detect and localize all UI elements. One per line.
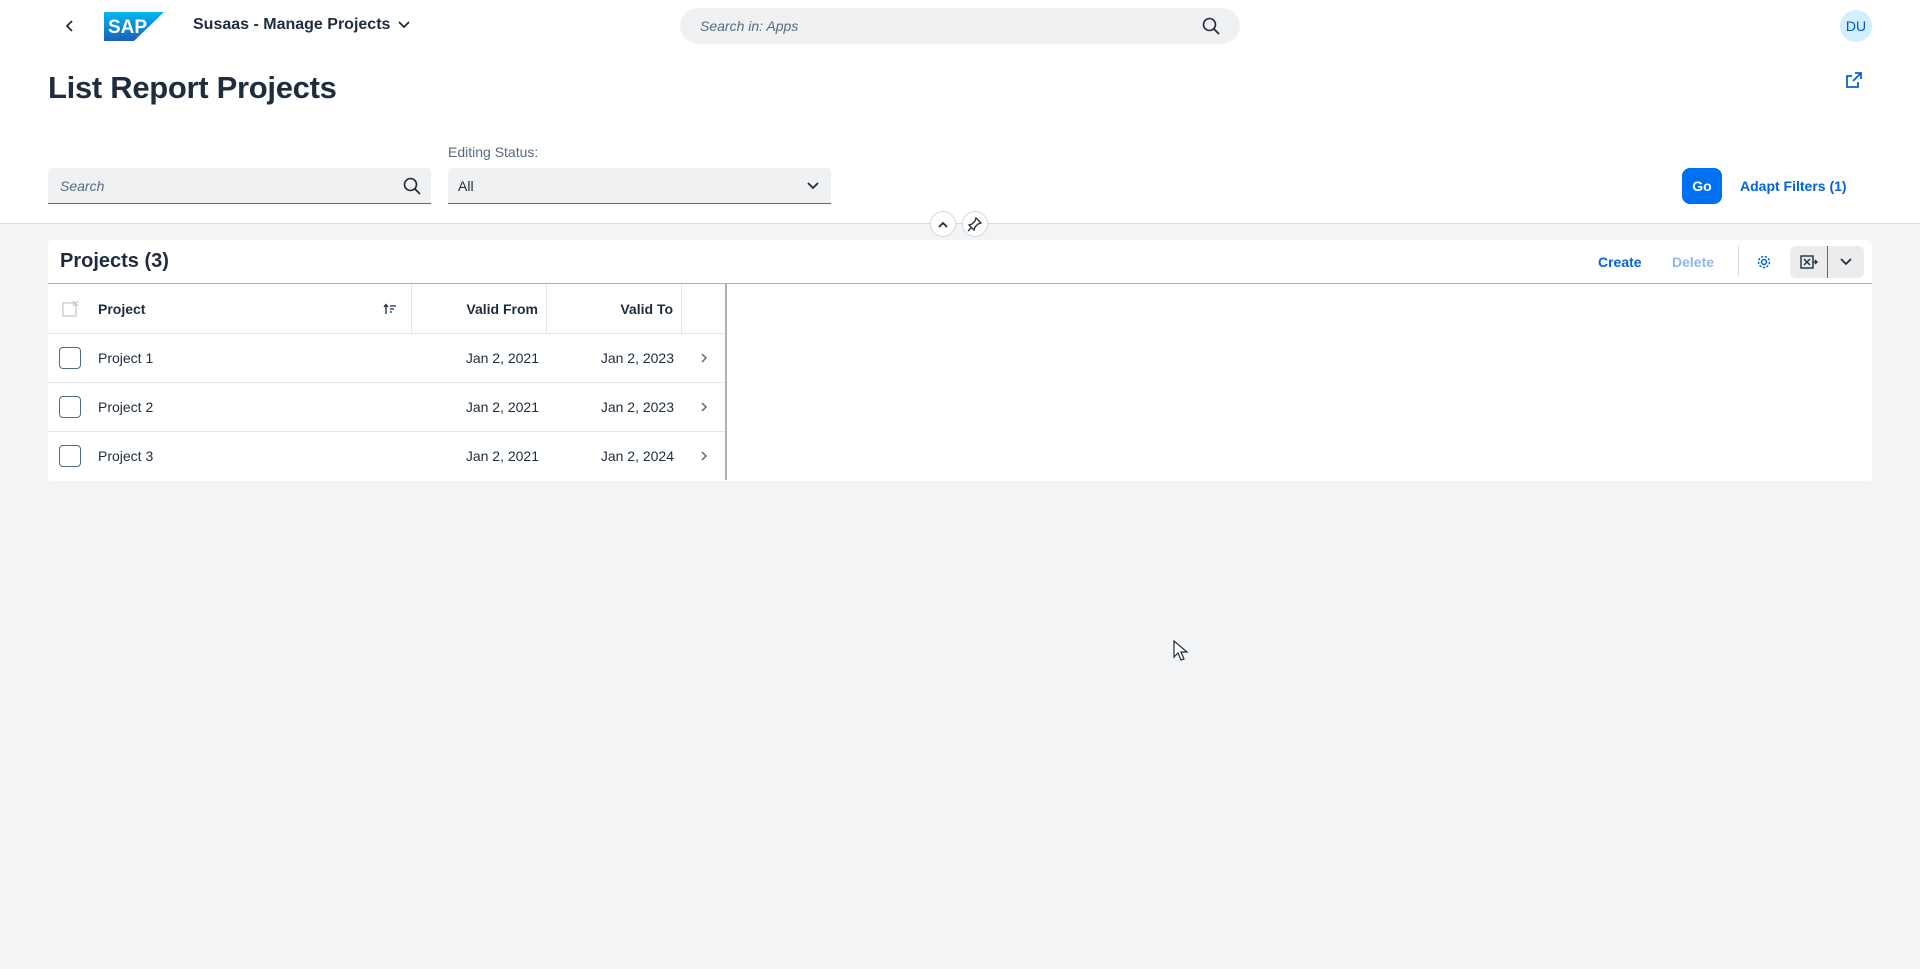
chevron-down-icon <box>807 181 819 189</box>
project-name: Project 2 <box>98 399 154 415</box>
search-icon[interactable] <box>403 177 421 195</box>
project-name: Project 3 <box>98 448 154 464</box>
table-title: Projects (3) <box>60 250 169 272</box>
excel-export-icon <box>1799 255 1818 269</box>
row-select-cell <box>48 396 92 418</box>
sort-ascending-icon <box>383 302 396 314</box>
page-title: List Report Projects <box>48 70 337 105</box>
avatar-initials: DU <box>1845 18 1867 34</box>
valid-to-cell: Jan 2, 2023 <box>600 399 674 415</box>
collapse-header-button[interactable] <box>930 211 956 237</box>
table-row[interactable]: Project 2 Jan 2, 2021 Jan 2, 2023 <box>48 383 725 432</box>
row-select-cell <box>48 347 92 369</box>
chevron-right-icon <box>700 353 707 363</box>
page-header: List Report Projects Editing Status: All… <box>0 52 1920 224</box>
project-cell: Project 1 <box>92 334 412 382</box>
table-header-row: Project Valid From Valid To <box>48 284 725 334</box>
chevron-right-icon <box>700 402 707 412</box>
filter-search-input[interactable] <box>60 177 403 194</box>
row-checkbox[interactable] <box>59 347 81 369</box>
chevron-up-icon <box>938 221 948 228</box>
app-title: Susaas - Manage Projects <box>193 16 391 33</box>
chevron-left-icon <box>65 20 73 32</box>
column-header-label: Valid To <box>620 300 673 317</box>
sap-logo: SAP <box>104 12 164 41</box>
row-checkbox[interactable] <box>59 396 81 418</box>
project-cell: Project 3 <box>92 432 412 480</box>
row-checkbox[interactable] <box>59 445 81 467</box>
back-button[interactable] <box>58 14 82 38</box>
export-menu-button[interactable] <box>1828 246 1864 278</box>
table-toolbar: Projects (3) Create Delete <box>48 240 1872 284</box>
row-navigation[interactable] <box>682 432 725 480</box>
select-all-cell[interactable] <box>48 300 92 318</box>
delete-button[interactable]: Delete <box>1672 250 1714 274</box>
column-header-label: Valid From <box>466 300 538 317</box>
column-header-project[interactable]: Project <box>92 284 412 333</box>
clear-selection-icon[interactable] <box>61 300 79 318</box>
shell-bar: SAP Susaas - Manage Projects DU <box>0 0 1920 52</box>
column-header-label: Project <box>98 300 146 317</box>
gear-icon <box>1757 255 1771 269</box>
chevron-down-icon <box>398 21 411 29</box>
table-row[interactable]: Project 1 Jan 2, 2021 Jan 2, 2023 <box>48 334 725 383</box>
editing-status-select[interactable]: All <box>448 168 831 204</box>
export-button[interactable] <box>1790 246 1828 278</box>
pin-icon <box>967 216 983 232</box>
filter-search-field[interactable] <box>48 168 431 204</box>
toolbar-separator <box>1738 246 1739 276</box>
valid-to-cell: Jan 2, 2023 <box>600 350 674 366</box>
projects-table: Project Valid From Valid To Project 1 Ja… <box>48 284 727 480</box>
row-select-cell <box>48 445 92 467</box>
create-button[interactable]: Create <box>1598 250 1642 274</box>
logo-text: SAP <box>108 17 147 38</box>
adapt-filters-button[interactable]: Adapt Filters (1) <box>1730 168 1857 204</box>
avatar[interactable]: DU <box>1840 10 1872 42</box>
chevron-right-icon <box>700 451 707 461</box>
editing-status-value: All <box>458 177 474 194</box>
go-button[interactable]: Go <box>1682 168 1722 204</box>
chevron-down-icon <box>1840 258 1852 266</box>
app-title-menu[interactable]: Susaas - Manage Projects <box>193 16 411 34</box>
search-icon[interactable] <box>1202 17 1220 35</box>
valid-to-cell: Jan 2, 2024 <box>600 448 674 464</box>
column-header-valid-from[interactable]: Valid From <box>412 284 547 333</box>
table-settings-button[interactable] <box>1748 248 1780 276</box>
share-icon[interactable] <box>1844 70 1864 90</box>
valid-from-cell: Jan 2, 2021 <box>465 350 539 366</box>
project-name: Project 1 <box>98 350 154 366</box>
column-header-navigation <box>682 284 725 333</box>
shell-search-input[interactable] <box>700 18 1202 34</box>
export-button-group <box>1790 246 1864 278</box>
shell-search[interactable] <box>680 8 1240 44</box>
editing-status-label: Editing Status: <box>448 144 539 160</box>
pin-header-button[interactable] <box>962 211 988 237</box>
valid-from-cell: Jan 2, 2021 <box>465 448 539 464</box>
row-navigation[interactable] <box>682 334 725 382</box>
table-row[interactable]: Project 3 Jan 2, 2021 Jan 2, 2024 <box>48 432 725 480</box>
row-navigation[interactable] <box>682 383 725 431</box>
column-header-valid-to[interactable]: Valid To <box>547 284 682 333</box>
projects-table-panel: Projects (3) Create Delete Project Valid… <box>48 240 1872 481</box>
project-cell: Project 2 <box>92 383 412 431</box>
valid-from-cell: Jan 2, 2021 <box>465 399 539 415</box>
mouse-cursor-icon <box>1173 640 1189 661</box>
